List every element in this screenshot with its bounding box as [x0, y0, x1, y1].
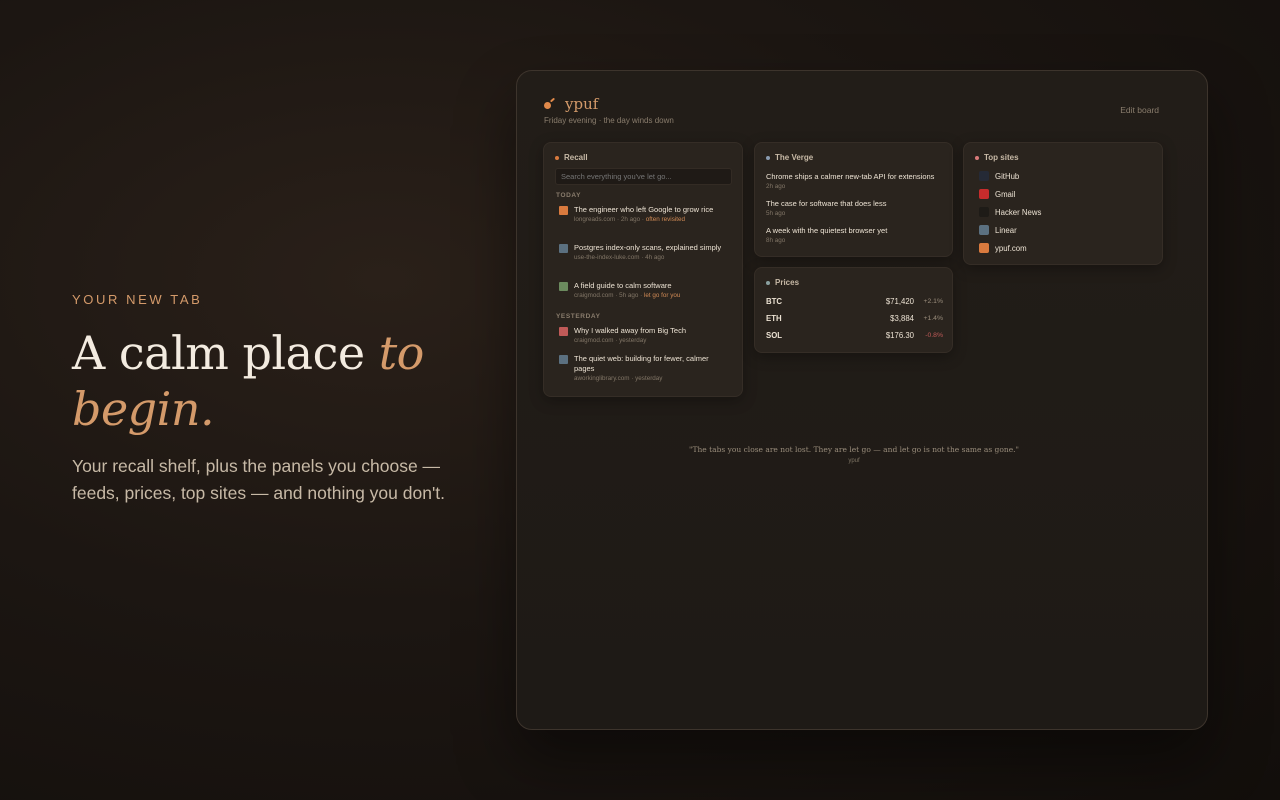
price-change: +2.1% — [923, 298, 943, 305]
favicon-icon — [559, 206, 568, 215]
top-site-hacker-news[interactable]: Hacker News — [979, 207, 1041, 217]
feed-item-title: A week with the quietest browser yet — [766, 226, 888, 235]
item-title: Postgres index-only scans, explained sim… — [574, 243, 722, 252]
gmail-icon — [979, 189, 989, 199]
top-site-label: Hacker News — [995, 207, 1042, 217]
linear-icon — [979, 225, 989, 235]
section-label-yesterday: YESTERDAY — [556, 313, 601, 320]
eyebrow-label: YOUR NEW TAB — [72, 292, 203, 307]
headline: A calm place to begin. — [72, 325, 492, 437]
quote-author: ypuf — [848, 458, 860, 464]
price-symbol: BTC — [766, 297, 783, 306]
feed-item[interactable]: Chrome ships a calmer new-tab API for ex… — [766, 172, 946, 190]
price-row: ETH $3,884 +1.4% — [766, 314, 943, 323]
prices-panel-title: Prices — [766, 278, 799, 287]
github-icon — [979, 171, 989, 181]
ypuf-icon — [979, 243, 989, 253]
list-item[interactable]: The quiet web: building for fewer, calme… — [559, 354, 731, 382]
recall-panel: Recall TODAY The engineer who left Googl… — [543, 142, 743, 397]
verge-title-label: The Verge — [775, 153, 814, 162]
recall-search-input[interactable] — [555, 168, 732, 185]
topsites-panel-title: Top sites — [975, 153, 1019, 162]
top-site-label: ypuf.com — [995, 243, 1027, 253]
favicon-icon — [559, 282, 568, 291]
brand-logo-icon — [544, 97, 558, 111]
section-label-today: TODAY — [556, 192, 582, 199]
top-site-label: Gmail — [995, 189, 1016, 199]
price-change: +1.4% — [923, 315, 943, 322]
price-row: BTC $71,420 +2.1% — [766, 297, 943, 306]
edit-board-button[interactable]: Edit board — [1120, 105, 1159, 115]
hero-subcopy: Your recall shelf, plus the panels you c… — [72, 456, 446, 503]
quote-text: "The tabs you close are not lost. They a… — [689, 445, 1019, 454]
feed-item[interactable]: A week with the quietest browser yet 8h … — [766, 226, 946, 244]
item-title: The engineer who left Google to grow ric… — [574, 205, 714, 214]
feed-item[interactable]: The case for software that does less 5h … — [766, 199, 946, 217]
feed-item-time: 5h ago — [766, 210, 786, 217]
price-value: $176.30 — [885, 331, 914, 340]
brand-name: ypuf — [565, 95, 599, 113]
hero-section: YOUR NEW TAB A calm place to begin. Your… — [72, 292, 492, 507]
price-symbol: SOL — [766, 331, 783, 340]
favicon-icon — [559, 327, 568, 336]
favicon-icon — [559, 244, 568, 253]
verge-panel: The Verge Chrome ships a calmer new-tab … — [754, 142, 953, 257]
prices-panel: Prices BTC $71,420 +2.1% ETH $3,884 +1.4… — [754, 267, 953, 353]
hacker-news-icon — [979, 207, 989, 217]
footer-quote: "The tabs you close are not lost. They a… — [517, 445, 1191, 464]
price-symbol: ETH — [766, 314, 782, 323]
top-site-label: GitHub — [995, 171, 1020, 181]
item-meta: aworkinglibrary.com · yesterday — [574, 375, 663, 382]
recall-panel-title: Recall — [555, 153, 588, 162]
top-site-linear[interactable]: Linear — [979, 225, 1017, 235]
bullet-icon — [975, 155, 979, 160]
price-change: -0.8% — [925, 332, 943, 339]
price-value: $71,420 — [885, 297, 914, 306]
recall-title-label: Recall — [564, 153, 588, 162]
topsites-title-label: Top sites — [984, 153, 1019, 162]
price-row: SOL $176.30 -0.8% — [766, 331, 943, 340]
item-title: The quiet web: building for fewer, calme… — [574, 354, 709, 373]
feed-item-title: The case for software that does less — [766, 199, 887, 208]
item-title: A field guide to calm software — [574, 281, 672, 290]
list-item[interactable]: Postgres index-only scans, explained sim… — [559, 243, 731, 261]
bullet-icon — [766, 280, 770, 285]
item-meta: craigmod.com · 5h ago · let go for you — [574, 292, 681, 299]
item-meta: use-the-index-luke.com · 4h ago — [574, 254, 665, 261]
feed-item-time: 2h ago — [766, 183, 786, 190]
top-site-ypuf[interactable]: ypuf.com — [979, 243, 1027, 253]
list-item[interactable]: A field guide to calm software craigmod.… — [559, 281, 731, 299]
prices-title-label: Prices — [775, 278, 800, 287]
brand: ypuf — [544, 95, 598, 113]
bullet-icon — [555, 155, 559, 160]
favicon-icon — [559, 355, 568, 364]
top-site-label: Linear — [995, 225, 1017, 235]
top-site-github[interactable]: GitHub — [979, 171, 1019, 181]
item-meta: longreads.com · 2h ago · often revisited — [574, 216, 685, 223]
topsites-panel: Top sites GitHub Gmail Hacker News Linea… — [963, 142, 1163, 265]
feed-item-title: Chrome ships a calmer new-tab API for ex… — [766, 172, 935, 181]
list-item[interactable]: Why I walked away from Big Tech craigmod… — [559, 326, 731, 344]
bullet-icon — [766, 155, 770, 160]
headline-main: A calm place — [72, 326, 365, 380]
item-title: Why I walked away from Big Tech — [574, 326, 686, 335]
brand-subtitle: Friday evening · the day winds down — [544, 116, 674, 125]
feed-item-time: 8h ago — [766, 237, 786, 244]
item-meta: craigmod.com · yesterday — [574, 337, 647, 344]
price-value: $3,884 — [890, 314, 914, 323]
app-window: ypuf Friday evening · the day winds down… — [516, 70, 1208, 730]
list-item[interactable]: The engineer who left Google to grow ric… — [559, 205, 731, 223]
top-site-gmail[interactable]: Gmail — [979, 189, 1015, 199]
verge-panel-title: The Verge — [766, 153, 813, 162]
